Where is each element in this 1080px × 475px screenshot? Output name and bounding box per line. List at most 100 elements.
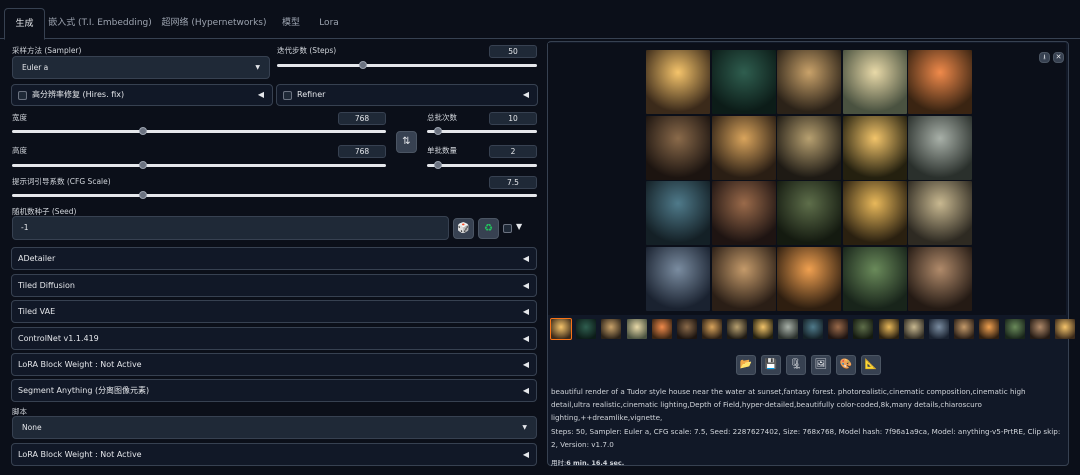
thumbnail[interactable] (626, 319, 647, 339)
image-button[interactable]: 🖼 (811, 355, 831, 375)
height-input[interactable]: 768 (338, 145, 386, 158)
thumbnail[interactable] (954, 319, 975, 339)
collapse-left-icon: ◀ (522, 90, 529, 99)
gallery-image[interactable] (711, 246, 776, 311)
palette-button[interactable]: 🎨 (836, 355, 856, 375)
gallery-image[interactable] (842, 181, 907, 245)
thumbnail[interactable] (777, 319, 798, 339)
gallery-image[interactable] (777, 181, 841, 245)
download-button[interactable]: ⭳ (1039, 52, 1050, 63)
gallery-image[interactable] (908, 115, 972, 180)
gallery-image[interactable] (908, 181, 972, 245)
ruler-button[interactable]: 📐 (861, 355, 881, 375)
thumbnail[interactable] (853, 319, 874, 339)
gallery-image[interactable] (908, 246, 972, 311)
thumbnail[interactable] (929, 319, 949, 339)
gallery-image[interactable] (646, 50, 710, 114)
batch-count-slider[interactable] (427, 130, 537, 133)
hires-fix-checkbox[interactable] (18, 91, 27, 100)
tab-generate[interactable]: 生成 (4, 8, 45, 40)
tab-embedding[interactable]: 嵌入式 (T.I. Embedding) (48, 8, 152, 39)
thumbnail[interactable] (550, 318, 572, 340)
gallery-image[interactable] (777, 50, 841, 114)
save-button[interactable]: 💾 (761, 355, 781, 375)
random-seed-button[interactable]: 🎲 (453, 218, 474, 239)
width-input[interactable]: 768 (338, 112, 386, 125)
tab-hypernetworks[interactable]: 超网络 (Hypernetworks) (160, 8, 268, 39)
height-slider[interactable] (12, 164, 386, 167)
accordion-tiled-vae[interactable]: Tiled VAE ◀ (11, 300, 537, 323)
script-select[interactable]: None ▼ (12, 416, 537, 439)
tab-models[interactable]: 模型 (276, 8, 306, 39)
height-slider-thumb[interactable] (138, 161, 147, 169)
script-value: None (22, 423, 42, 432)
gallery-image[interactable] (842, 115, 907, 180)
batch-size-input[interactable]: 2 (489, 145, 537, 158)
thumbnail[interactable] (576, 319, 597, 339)
width-slider-thumb[interactable] (138, 127, 147, 135)
refiner-checkbox[interactable] (283, 91, 292, 100)
gallery-image[interactable] (842, 246, 907, 311)
gallery-image[interactable] (711, 50, 776, 114)
accordion-controlnet[interactable]: ControlNet v1.1.419 ◀ (11, 327, 537, 350)
thumbnail[interactable] (752, 319, 773, 339)
cfg-slider-thumb[interactable] (139, 191, 148, 199)
gallery-image[interactable] (646, 115, 710, 180)
tab-lora[interactable]: Lora (314, 8, 344, 39)
hires-fix-accordion[interactable]: 高分辨率修复 (Hires. fix) ◀ (11, 84, 273, 106)
thumbnail[interactable] (677, 319, 697, 339)
refiner-accordion[interactable]: Refiner ◀ (276, 84, 538, 106)
accordion-tiled-diffusion[interactable]: Tiled Diffusion ◀ (11, 274, 537, 297)
thumbnail[interactable] (803, 319, 823, 339)
accordion-lora-block-weight[interactable]: LoRA Block Weight : Not Active ◀ (11, 353, 537, 376)
thumbnail[interactable] (601, 319, 622, 339)
batch-size-slider-thumb[interactable] (434, 161, 442, 169)
thumbnail[interactable] (1004, 319, 1025, 339)
expand-triangle-icon[interactable]: ▼ (516, 222, 522, 231)
thumbnail[interactable] (702, 319, 723, 339)
sampler-select[interactable]: Euler a ▼ (12, 56, 270, 79)
thumbnail[interactable] (903, 319, 924, 339)
close-button[interactable]: ✕ (1053, 52, 1064, 63)
swap-dimensions-button[interactable]: ⇅ (396, 131, 417, 153)
thumbnail[interactable] (878, 319, 899, 339)
thumbnail[interactable] (727, 319, 748, 339)
thumbnail[interactable] (1055, 319, 1075, 339)
steps-input[interactable]: 50 (489, 45, 537, 58)
gallery-image[interactable] (842, 50, 907, 114)
cfg-slider[interactable] (12, 194, 537, 197)
gallery-image[interactable] (777, 246, 841, 311)
gallery-image[interactable] (646, 181, 710, 245)
close-icon: ✕ (1055, 53, 1062, 61)
gallery-image[interactable] (711, 181, 776, 245)
batch-size-label: 单批数量 (427, 146, 457, 155)
batch-size-slider[interactable] (427, 164, 537, 167)
zip-button[interactable]: 🗜 (786, 355, 806, 375)
gallery-image[interactable] (777, 115, 841, 180)
save-icon: 💾 (764, 359, 778, 370)
sampler-label: 采样方法 (Sampler) (12, 46, 82, 55)
reuse-seed-button[interactable]: ♻ (478, 218, 499, 239)
steps-slider[interactable] (277, 64, 537, 67)
cfg-input[interactable]: 7.5 (489, 176, 537, 189)
accordion-lora-block-weight-2[interactable]: LoRA Block Weight : Not Active ◀ (11, 443, 537, 466)
thumbnail[interactable] (1029, 319, 1050, 339)
accordion-adetailer[interactable]: ADetailer ◀ (11, 247, 537, 270)
accordion-segment-anything[interactable]: Segment Anything (分离图像元素) ◀ (11, 379, 537, 402)
extra-seed-checkbox[interactable] (503, 224, 512, 233)
thumbnail[interactable] (979, 319, 1000, 339)
accordion-label: LoRA Block Weight : Not Active (18, 360, 142, 369)
batch-count-input[interactable]: 10 (489, 112, 537, 125)
gallery-image[interactable] (646, 246, 710, 311)
seed-input[interactable]: -1 (12, 216, 449, 240)
prompt-text: beautiful render of a Tudor style house … (551, 387, 1026, 423)
gallery-image[interactable] (908, 50, 972, 114)
gallery-image[interactable] (711, 115, 776, 180)
batch-count-label: 总批次数 (427, 113, 457, 122)
folder-button[interactable]: 📂 (736, 355, 756, 375)
thumbnail[interactable] (651, 319, 672, 339)
thumbnail[interactable] (828, 319, 849, 339)
width-slider[interactable] (12, 130, 386, 133)
steps-slider-thumb[interactable] (358, 61, 367, 69)
batch-count-slider-thumb[interactable] (434, 127, 442, 135)
